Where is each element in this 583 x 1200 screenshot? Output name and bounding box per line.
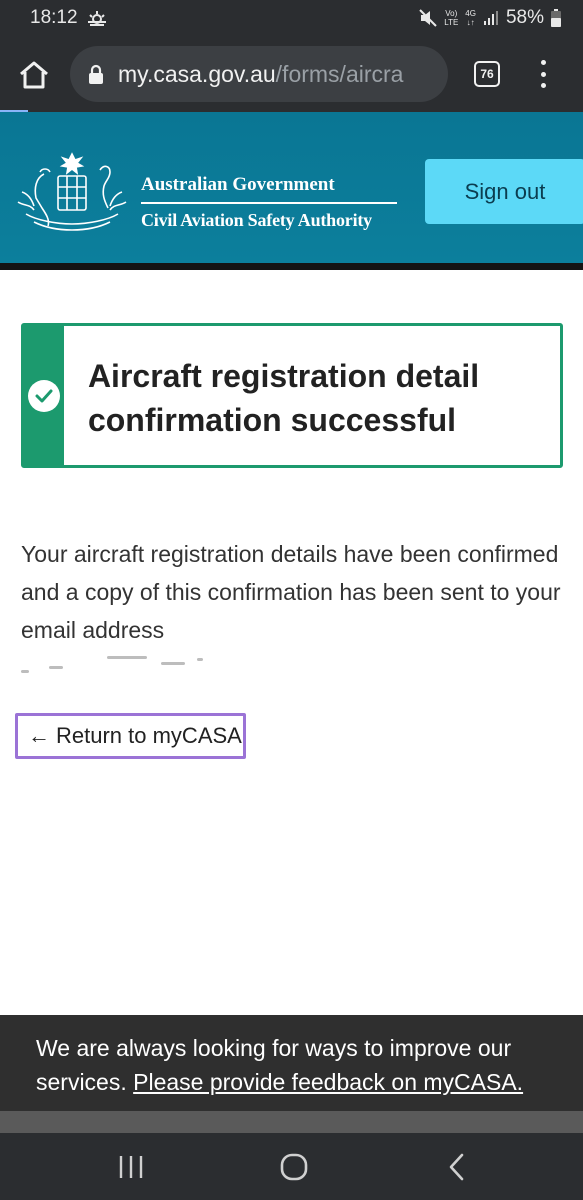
lock-icon [89,64,103,84]
network-indicator: 4G ↓↑ [465,9,476,27]
check-circle-icon [27,379,60,412]
status-left: 18:12 [30,7,108,29]
mute-icon [419,9,437,27]
header-divider [141,202,397,204]
back-icon[interactable] [441,1150,475,1184]
volte-indicator: Vo) LTE [444,9,458,27]
site-header: Australian Government Civil Aviation Saf… [0,112,583,270]
menu-dot [540,71,546,77]
menu-dot [540,83,546,88]
confirmation-message: Your aircraft registration details have … [21,541,561,643]
redacted-email [21,650,221,680]
weather-icon [87,11,106,26]
status-bar: 18:12 Vo) LTE 4G ↓↑ 58% [0,0,583,36]
battery-icon [551,9,561,27]
browser-toolbar: my.casa.gov.au/forms/aircra 76 [0,36,583,112]
left-arrow-icon: ← [28,723,50,748]
volte-top: Vo) [445,9,458,18]
government-title: Australian Government [141,174,335,195]
feedback-banner: We are always looking for ways to improv… [0,1015,583,1111]
sign-out-button[interactable]: Sign out [425,159,583,224]
status-time: 18:12 [30,7,78,28]
recent-apps-icon[interactable] [114,1150,148,1184]
overflow-menu-icon[interactable] [536,60,550,88]
url-host: my.casa.gov.au [118,60,276,87]
page-bottom-bar [0,1111,583,1133]
tab-switcher-button[interactable]: 76 [474,61,500,87]
status-right: Vo) LTE 4G ↓↑ 58% [419,7,561,29]
url-path: /forms/aircra [275,60,404,87]
coat-of-arms-logo [17,152,127,231]
agency-title: Civil Aviation Safety Authority [141,210,372,230]
success-strip [24,326,64,465]
signal-icon [483,11,498,25]
network-type: 4G [465,9,476,18]
return-link-label: Return to myCASA [56,723,242,748]
checkmark-icon [35,389,53,402]
address-bar[interactable]: my.casa.gov.au/forms/aircra [70,46,448,102]
page: 18:12 Vo) LTE 4G ↓↑ 58% my.casa.gov.au/f… [0,0,583,1200]
success-notice: Aircraft registration detail confirmatio… [21,323,563,468]
return-to-mycasa-link[interactable]: ← Return to myCASA [15,713,246,759]
tab-count: 76 [480,67,494,81]
home-nav-icon[interactable] [277,1150,311,1184]
volte-bottom: LTE [444,18,459,27]
network-arrows: ↓↑ [466,18,475,27]
system-navigation-bar [0,1133,583,1200]
menu-dot [540,60,546,65]
url-text: my.casa.gov.au/forms/aircra [118,61,403,88]
notice-title: Aircraft registration detail confirmatio… [87,358,480,438]
home-icon[interactable] [18,60,50,90]
battery-percent: 58% [505,7,544,28]
feedback-link[interactable]: Please provide feedback on myCASA. [133,1069,523,1095]
